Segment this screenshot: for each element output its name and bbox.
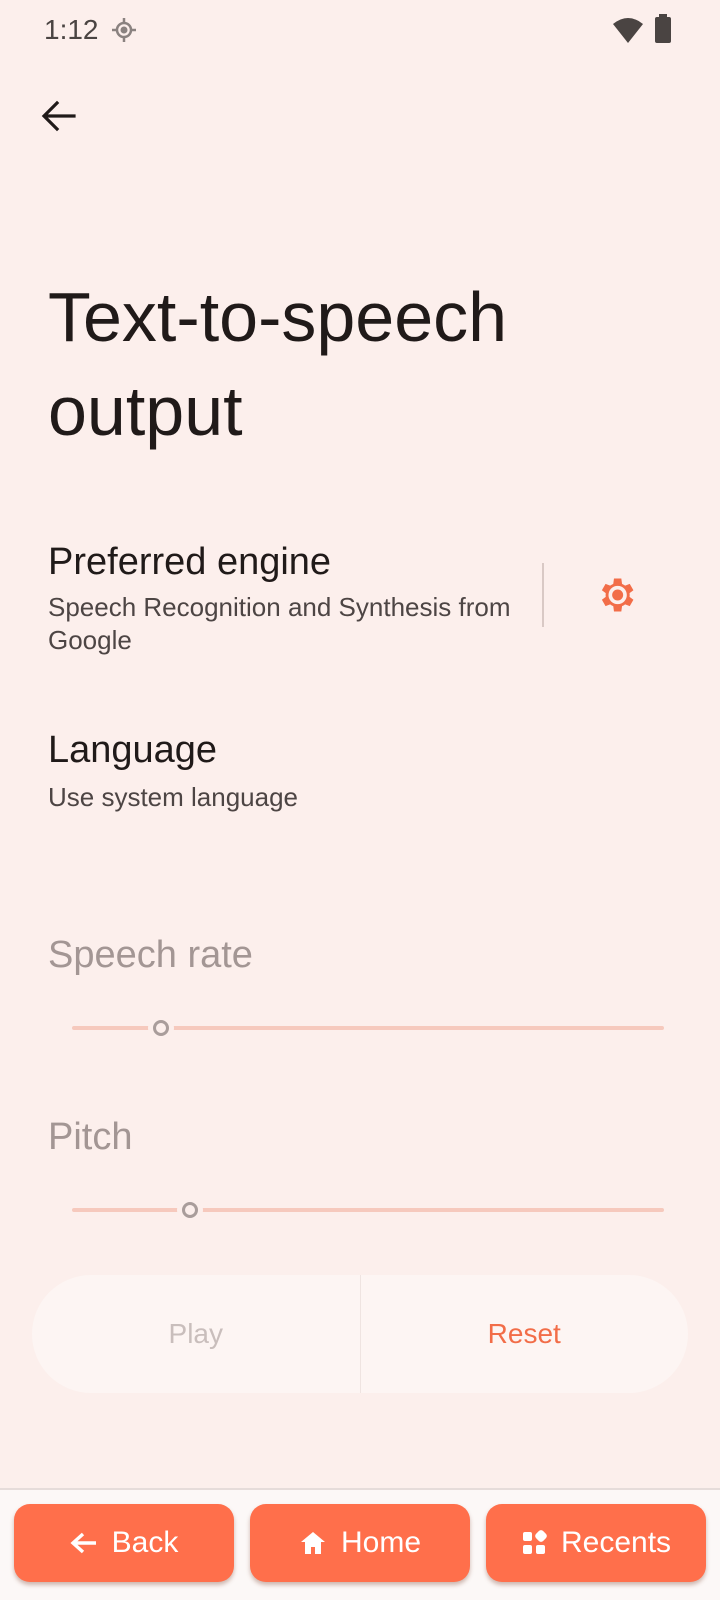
navigation-bar: Back Home Recents xyxy=(0,1490,720,1600)
language-row[interactable]: Language Use system language xyxy=(0,715,720,825)
slider-thumb[interactable] xyxy=(152,1020,169,1036)
nav-back-label: Back xyxy=(111,1526,179,1559)
preferred-engine-title: Preferred engine xyxy=(48,541,332,583)
nav-recents-label: Recents xyxy=(560,1526,672,1559)
slider-thumb[interactable] xyxy=(182,1202,199,1218)
wifi-icon xyxy=(612,16,644,44)
pitch-label: Pitch xyxy=(48,1116,133,1158)
recents-icon xyxy=(522,1530,547,1554)
play-button[interactable]: Play xyxy=(32,1275,361,1393)
language-subtitle: Use system language xyxy=(48,782,299,812)
page-title: Text-to-speech output xyxy=(48,278,508,450)
preferred-engine-row[interactable]: Preferred engine Speech Recognition and … xyxy=(0,525,720,665)
arrow-left-icon xyxy=(70,1532,96,1554)
divider xyxy=(542,563,544,627)
battery-icon xyxy=(654,14,672,44)
nav-home-button[interactable]: Home xyxy=(250,1504,470,1582)
engine-settings-button[interactable] xyxy=(586,565,646,625)
nav-home-label: Home xyxy=(340,1526,422,1559)
gear-icon xyxy=(601,578,634,612)
back-arrow-icon[interactable] xyxy=(30,88,86,144)
language-title: Language xyxy=(48,729,218,771)
preferred-engine-subtitle: Speech Recognition and Synthesis from Go… xyxy=(48,592,511,655)
status-bar: 1:12 xyxy=(0,0,720,62)
slider-track xyxy=(72,1208,664,1212)
home-icon xyxy=(300,1532,325,1554)
location-icon xyxy=(111,17,137,43)
action-bar: Play Reset xyxy=(32,1275,688,1393)
status-time: 1:12 xyxy=(44,14,99,45)
screen: 1:12 Text-to-speech output Preferred eng… xyxy=(0,0,720,1600)
nav-back-button[interactable]: Back xyxy=(14,1504,234,1582)
speech-rate-label: Speech rate xyxy=(48,934,253,976)
reset-button[interactable]: Reset xyxy=(361,1275,689,1393)
nav-recents-button[interactable]: Recents xyxy=(486,1504,706,1582)
pitch-slider[interactable] xyxy=(72,1195,664,1225)
speech-rate-slider[interactable] xyxy=(72,1013,664,1043)
